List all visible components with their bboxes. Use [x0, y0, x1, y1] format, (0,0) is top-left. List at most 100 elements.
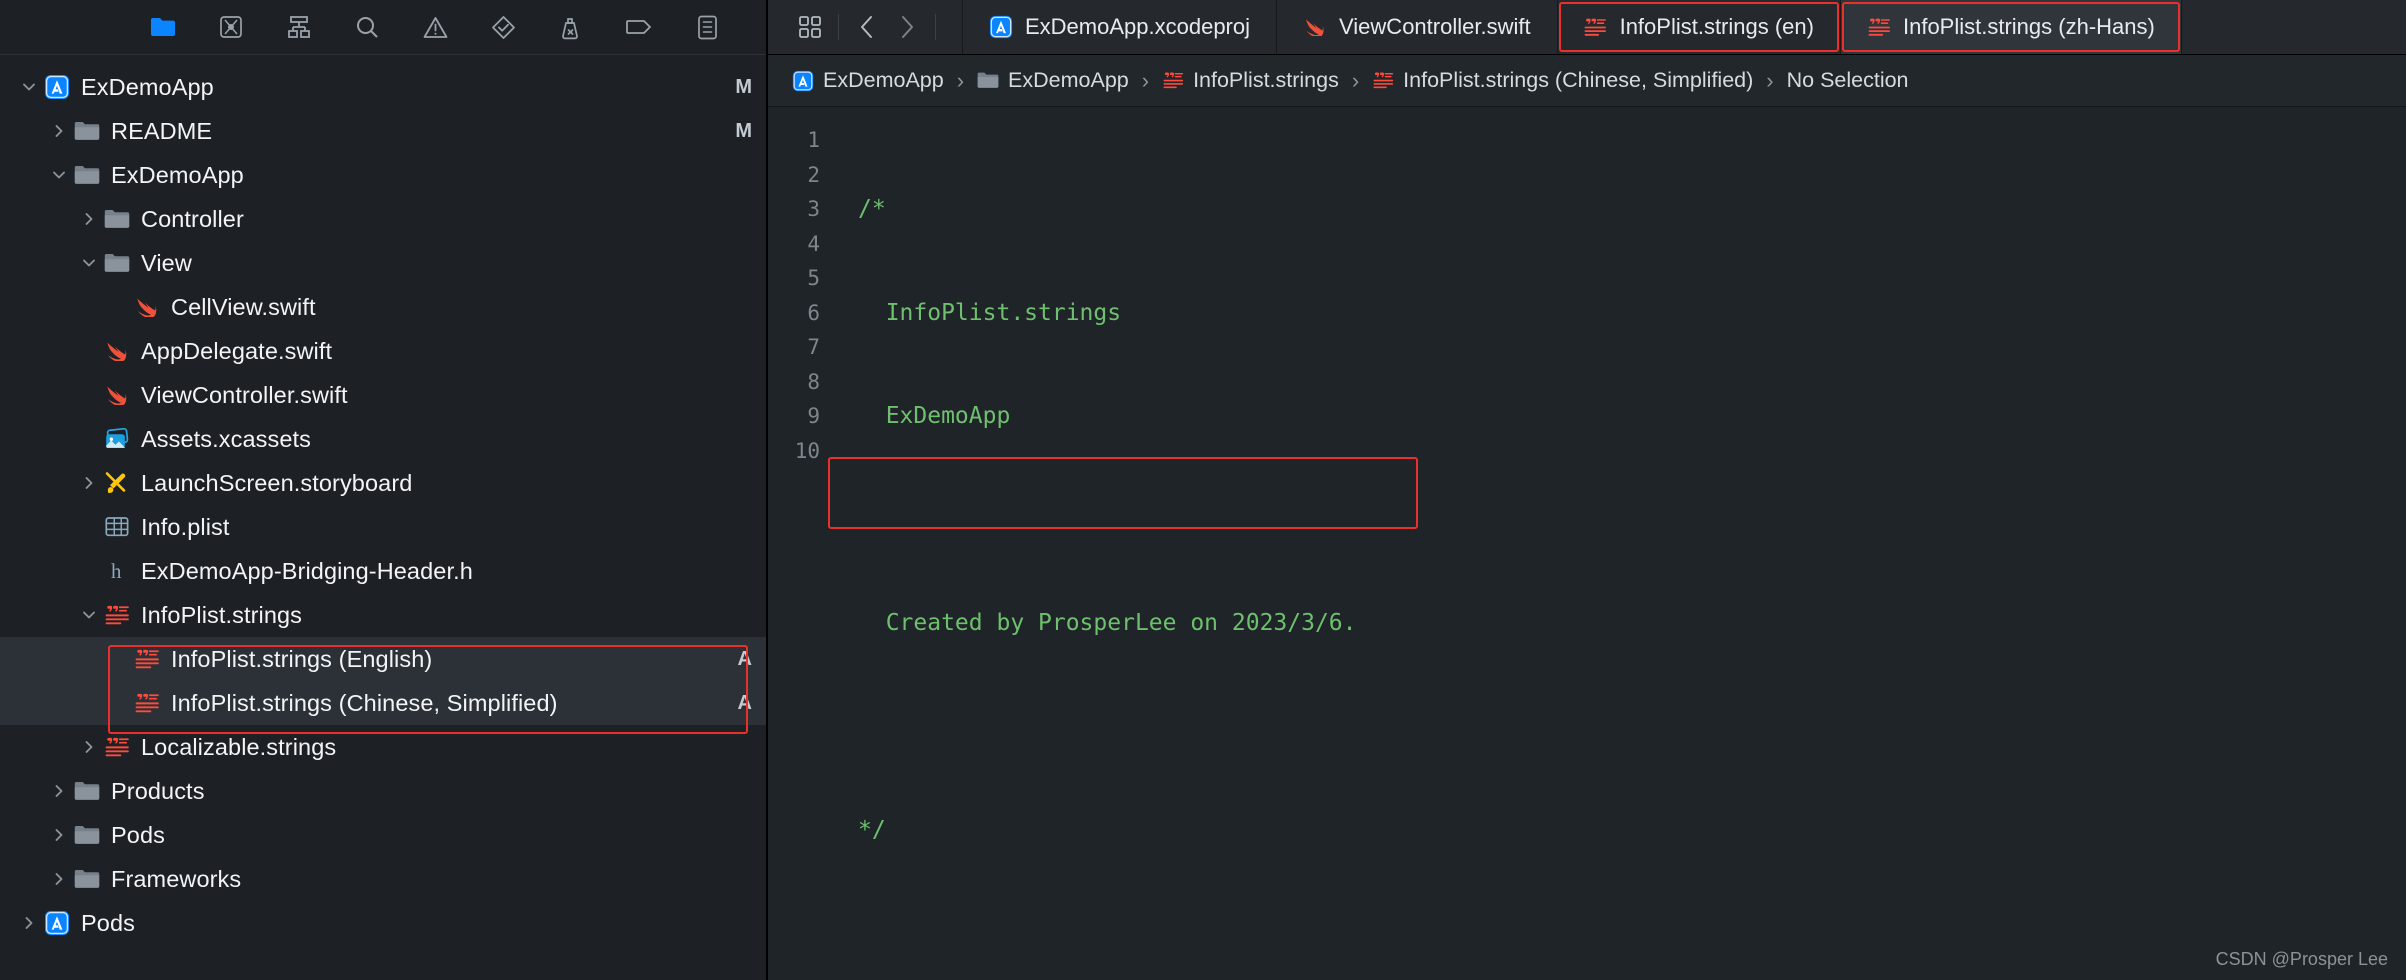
tree-row[interactable]: InfoPlist.strings (English) A — [0, 637, 766, 681]
folder-icon — [102, 208, 132, 229]
tree-row-label: ExDemoApp — [111, 161, 244, 188]
tree-row[interactable]: View — [0, 241, 766, 285]
disclosure-triangle-icon[interactable] — [16, 79, 42, 95]
tree-row[interactable]: ViewController.swift — [0, 373, 766, 417]
disclosure-triangle-icon[interactable] — [46, 871, 72, 887]
line-number: 4 — [807, 231, 820, 256]
swift-icon — [102, 341, 132, 362]
tree-row[interactable]: README M — [0, 109, 766, 153]
breadcrumb-separator: › — [1766, 67, 1774, 93]
tree-row[interactable]: CellView.swift — [0, 285, 766, 329]
breadcrumb-label: ExDemoApp — [1008, 68, 1129, 92]
file-tree[interactable]: ExDemoApp M README M ExDemoApp Controller View… — [0, 55, 766, 980]
swift-icon — [102, 385, 132, 406]
tree-row[interactable]: Controller — [0, 197, 766, 241]
line-number: 1 — [807, 128, 820, 152]
breadcrumb-item[interactable]: ExDemoApp — [977, 68, 1129, 93]
tree-row-label: Localizable.strings — [141, 733, 337, 760]
disclosure-triangle-icon[interactable] — [16, 915, 42, 931]
tree-row[interactable]: Assets.xcassets — [0, 417, 766, 461]
editor-tab[interactable]: InfoPlist.strings (en) — [1558, 0, 1841, 54]
disclosure-triangle-icon[interactable] — [76, 607, 102, 623]
warning-triangle-icon[interactable] — [422, 14, 448, 40]
breadcrumb-item[interactable]: InfoPlist.strings — [1162, 68, 1339, 93]
code-line-7: */ — [858, 817, 886, 843]
folder-icon — [72, 824, 102, 845]
breadcrumb-separator: › — [956, 67, 965, 93]
editor-tab[interactable]: ExDemoApp.xcodeproj — [963, 0, 1278, 54]
tree-row-label: Pods — [111, 821, 165, 848]
strings-icon — [102, 604, 132, 625]
disclosure-triangle-icon[interactable] — [76, 739, 102, 755]
folder-icon[interactable] — [150, 14, 176, 40]
tree-row[interactable]: Pods — [0, 813, 766, 857]
disclosure-triangle-icon[interactable] — [76, 475, 102, 491]
tree-row-label: Products — [111, 777, 205, 804]
chevron-left-icon[interactable] — [847, 7, 887, 47]
xcode-project-icon — [42, 910, 72, 936]
line-number: 5 — [807, 266, 820, 290]
tree-row[interactable]: Frameworks — [0, 857, 766, 901]
tree-row[interactable]: h ExDemoApp-Bridging-Header.h — [0, 549, 766, 593]
breadcrumb-item[interactable]: ExDemoApp — [792, 68, 944, 93]
diamond-check-icon[interactable] — [490, 14, 516, 40]
breakpoint-icon[interactable] — [626, 14, 652, 40]
disclosure-triangle-icon[interactable] — [46, 827, 72, 843]
disclosure-triangle-icon[interactable] — [76, 211, 102, 227]
chevron-right-icon[interactable] — [887, 7, 927, 47]
disclosure-triangle-icon[interactable] — [46, 123, 72, 139]
status-badge: A — [737, 647, 752, 670]
debug-gauge-icon[interactable] — [558, 14, 584, 40]
editor-tab-label: InfoPlist.strings (en) — [1619, 14, 1814, 39]
report-icon[interactable] — [694, 14, 720, 40]
strings-icon — [1584, 15, 1608, 39]
line-number: 2 — [807, 162, 820, 187]
disclosure-triangle-icon[interactable] — [46, 167, 72, 183]
disclosure-triangle-icon[interactable] — [76, 255, 102, 271]
status-badge: M — [735, 119, 752, 142]
tree-row-label: ExDemoApp-Bridging-Header.h — [141, 557, 473, 584]
tree-row[interactable]: ExDemoApp — [0, 153, 766, 197]
breadcrumb-item[interactable]: No Selection — [1787, 68, 1909, 93]
tree-row[interactable]: Info.plist — [0, 505, 766, 549]
disclosure-triangle-icon[interactable] — [46, 783, 72, 799]
breadcrumb-item[interactable]: InfoPlist.strings (Chinese, Simplified) — [1372, 68, 1753, 93]
tree-row[interactable]: ExDemoApp M — [0, 65, 766, 109]
folder-icon — [102, 252, 132, 273]
editor-pane: ExDemoApp.xcodeproj ViewController.swift I… — [768, 0, 2406, 980]
editor-tab-label: InfoPlist.strings (zh-Hans) — [1902, 14, 2155, 39]
swift-icon — [132, 297, 162, 318]
editor-tab[interactable]: ViewController.swift — [1277, 0, 1558, 54]
line-number: 6 — [807, 300, 820, 325]
folder-icon — [72, 780, 102, 801]
svg-text:h: h — [111, 560, 122, 582]
tree-row[interactable]: Pods — [0, 901, 766, 945]
editor-options-icon[interactable] — [790, 7, 830, 47]
xcode-project-icon — [989, 15, 1013, 39]
xcode-project-icon — [792, 70, 814, 92]
editor-tab-label: ViewController.swift — [1339, 14, 1531, 39]
breadcrumb-label: ExDemoApp — [823, 68, 944, 92]
tree-row[interactable]: Products — [0, 769, 766, 813]
editor-tab[interactable]: InfoPlist.strings (zh-Hans) — [1840, 0, 2182, 54]
hierarchy-icon[interactable] — [286, 14, 312, 40]
tree-row[interactable]: Localizable.strings — [0, 725, 766, 769]
tree-row[interactable]: AppDelegate.swift — [0, 329, 766, 373]
breadcrumb-label: InfoPlist.strings — [1193, 68, 1339, 92]
tree-row[interactable]: InfoPlist.strings (Chinese, Simplified) A — [0, 681, 766, 725]
tree-row-label: InfoPlist.strings (English) — [171, 645, 433, 672]
swift-icon — [1303, 15, 1327, 39]
editor-tab-bar: ExDemoApp.xcodeproj ViewController.swift I… — [768, 0, 2406, 55]
status-badge: A — [737, 691, 752, 714]
tree-row-label: InfoPlist.strings — [141, 601, 303, 628]
tree-row-label: AppDelegate.swift — [141, 337, 333, 364]
strings-icon — [132, 692, 162, 713]
tree-row[interactable]: InfoPlist.strings — [0, 593, 766, 637]
code-content[interactable]: /* InfoPlist.strings ExDemoApp Created b… — [830, 107, 2406, 980]
source-control-icon[interactable] — [218, 14, 244, 40]
code-editor[interactable]: 1 2 3 4 5 6 7 8 9 10 /* InfoPlist.strings ExDemoA… — [768, 107, 2406, 980]
search-icon[interactable] — [354, 14, 380, 40]
tree-row[interactable]: LaunchScreen.storyboard — [0, 461, 766, 505]
